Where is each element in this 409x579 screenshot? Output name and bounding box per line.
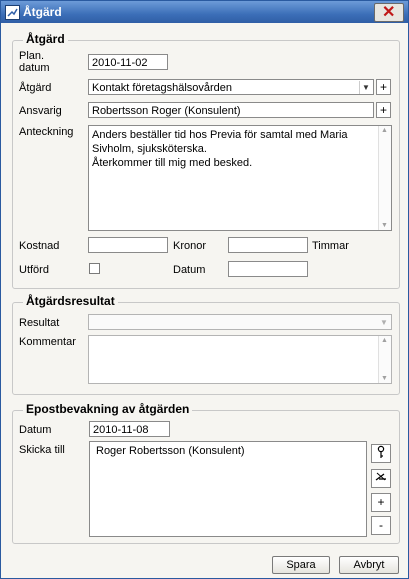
close-button[interactable]: ✕ xyxy=(374,3,404,22)
kommentar-textarea[interactable]: ▲ ▼ xyxy=(88,335,392,384)
atgard-label: Åtgärd xyxy=(19,82,52,94)
atgard-legend: Åtgärd xyxy=(23,32,68,46)
timmar-label: Timmar xyxy=(312,240,349,252)
resultat-legend: Åtgärdsresultat xyxy=(23,294,118,308)
anteckning-label: Anteckning xyxy=(19,126,74,138)
add-ansvarig-button[interactable]: + xyxy=(376,102,391,118)
unlink-button[interactable] xyxy=(371,469,391,488)
minus-icon: - xyxy=(379,518,383,532)
kostnad-field[interactable] xyxy=(88,237,168,253)
epost-datum-field[interactable]: 2010-11-08 xyxy=(89,421,170,437)
plus-icon: + xyxy=(379,103,387,117)
recipients-list[interactable]: Roger Robertsson (Konsulent) xyxy=(89,441,367,537)
epost-legend: Epostbevakning av åtgärden xyxy=(23,402,193,416)
anteckning-textarea[interactable]: Anders beställer tid hos Previa för samt… xyxy=(88,125,392,231)
window-title: Åtgärd xyxy=(23,5,62,19)
chevron-down-icon[interactable]: ▼ xyxy=(378,316,390,329)
title-bar[interactable]: Åtgärd ✕ xyxy=(1,1,408,23)
kommentar-scrollbar[interactable]: ▲ ▼ xyxy=(378,336,391,383)
kostnad-label: Kostnad xyxy=(19,240,60,252)
add-recipient-button[interactable]: + xyxy=(371,493,391,512)
plus-icon: + xyxy=(377,495,385,509)
ansvarig-field[interactable]: Robertsson Roger (Konsulent) xyxy=(88,102,374,118)
datum-label: Datum xyxy=(173,264,206,276)
kronor-label: Kronor xyxy=(173,240,207,252)
datum-field[interactable] xyxy=(228,261,308,277)
utford-label: Utförd xyxy=(19,264,49,276)
chevron-down-icon[interactable]: ▼ xyxy=(359,81,372,94)
unlink-icon xyxy=(375,472,386,481)
kommentar-label: Kommentar xyxy=(19,336,76,348)
epost-datum-label: Datum xyxy=(19,424,52,436)
plus-icon: + xyxy=(379,80,387,94)
utford-checkbox[interactable] xyxy=(89,263,100,274)
timmar-field[interactable] xyxy=(228,237,308,253)
resultat-select[interactable]: ▼ xyxy=(88,314,392,330)
remove-recipient-button[interactable]: - xyxy=(371,516,391,535)
save-button[interactable]: Spara xyxy=(272,556,330,574)
dialog-window: Åtgärd ✕ Åtgärd Plan. datum 2010-11-02 Å… xyxy=(0,0,409,579)
anteckning-text: Anders beställer tid hos Previa för samt… xyxy=(92,129,348,169)
add-atgard-button[interactable]: + xyxy=(376,79,391,95)
key-icon xyxy=(377,445,385,458)
plan-date-label: Plan. datum xyxy=(19,50,50,74)
anteckning-scrollbar[interactable]: ▲ ▼ xyxy=(378,126,391,230)
plan-date-field[interactable]: 2010-11-02 xyxy=(88,54,168,70)
atgard-select-value: Kontakt företagshälsovården xyxy=(92,82,233,94)
key-button[interactable] xyxy=(371,444,391,463)
resultat-label: Resultat xyxy=(19,317,60,329)
recipient-item[interactable]: Roger Robertsson (Konsulent) xyxy=(96,444,360,458)
app-icon xyxy=(5,5,20,20)
ansvarig-label: Ansvarig xyxy=(19,105,62,117)
skicka-label: Skicka till xyxy=(19,444,65,456)
atgard-select[interactable]: Kontakt företagshälsovården ▼ xyxy=(88,79,374,95)
cancel-button[interactable]: Avbryt xyxy=(339,556,399,574)
close-icon: ✕ xyxy=(382,4,396,21)
